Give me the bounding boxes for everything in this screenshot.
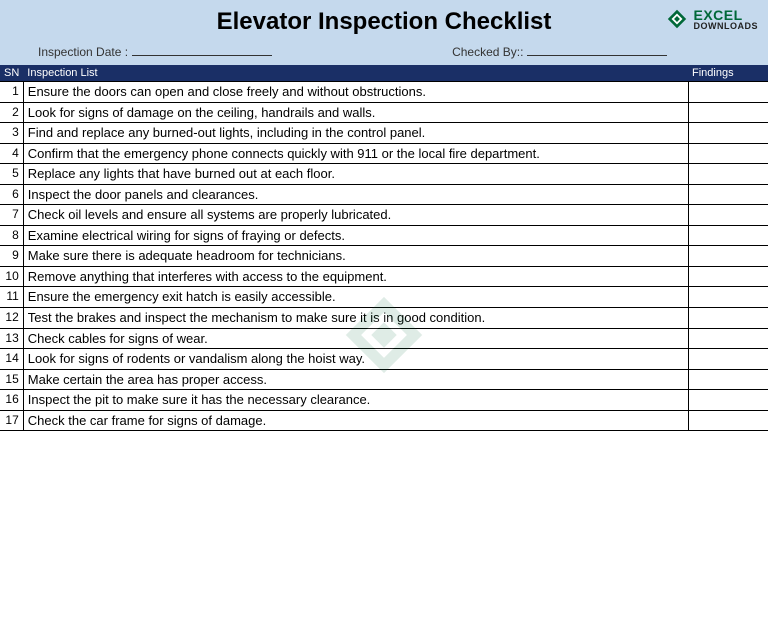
table-row: 10Remove anything that interferes with a… [0,266,768,287]
row-text: Test the brakes and inspect the mechanis… [23,308,688,329]
table-row: 9Make sure there is adequate headroom fo… [0,246,768,267]
row-sn: 2 [0,102,23,123]
row-text: Inspect the door panels and clearances. [23,184,688,205]
row-findings[interactable] [688,205,768,226]
row-findings[interactable] [688,184,768,205]
row-text: Look for signs of rodents or vandalism a… [23,349,688,370]
row-findings[interactable] [688,328,768,349]
row-sn: 13 [0,328,23,349]
table-row: 11Ensure the emergency exit hatch is eas… [0,287,768,308]
col-list: Inspection List [23,65,688,82]
row-text: Remove anything that interferes with acc… [23,266,688,287]
table-row: 12Test the brakes and inspect the mechan… [0,308,768,329]
row-text: Confirm that the emergency phone connect… [23,143,688,164]
table-row: 2Look for signs of damage on the ceiling… [0,102,768,123]
checklist-table: SN Inspection List Findings 1Ensure the … [0,65,768,431]
table-row: 15Make certain the area has proper acces… [0,369,768,390]
row-sn: 5 [0,164,23,185]
row-findings[interactable] [688,410,768,431]
row-findings[interactable] [688,164,768,185]
logo-text: EXCEL DOWNLOADS [694,8,759,31]
row-sn: 7 [0,205,23,226]
page-title: Elevator Inspection Checklist [8,4,760,44]
inspection-date-blank[interactable] [132,44,272,56]
table-header-row: SN Inspection List Findings [0,65,768,82]
row-text: Ensure the emergency exit hatch is easil… [23,287,688,308]
row-text: Check oil levels and ensure all systems … [23,205,688,226]
row-sn: 6 [0,184,23,205]
checked-by-blank[interactable] [527,44,667,56]
row-text: Ensure the doors can open and close free… [23,82,688,103]
excel-logo-icon [664,6,690,32]
row-findings[interactable] [688,308,768,329]
row-findings[interactable] [688,123,768,144]
brand-logo: EXCEL DOWNLOADS [664,6,759,32]
row-text: Check the car frame for signs of damage. [23,410,688,431]
table-row: 16Inspect the pit to make sure it has th… [0,390,768,411]
row-findings[interactable] [688,369,768,390]
row-findings[interactable] [688,102,768,123]
row-text: Make certain the area has proper access. [23,369,688,390]
row-findings[interactable] [688,287,768,308]
table-row: 17Check the car frame for signs of damag… [0,410,768,431]
row-sn: 3 [0,123,23,144]
row-text: Make sure there is adequate headroom for… [23,246,688,267]
inspection-date-field: Inspection Date : [38,44,272,59]
table-row: 14Look for signs of rodents or vandalism… [0,349,768,370]
row-sn: 15 [0,369,23,390]
row-sn: 9 [0,246,23,267]
checked-by-label: Checked By:: [452,45,523,59]
row-findings[interactable] [688,266,768,287]
table-row: 13Check cables for signs of wear. [0,328,768,349]
table-row: 8Examine electrical wiring for signs of … [0,225,768,246]
inspection-date-label: Inspection Date : [38,45,128,59]
row-text: Find and replace any burned-out lights, … [23,123,688,144]
row-findings[interactable] [688,246,768,267]
table-row: 1Ensure the doors can open and close fre… [0,82,768,103]
table-row: 3Find and replace any burned-out lights,… [0,123,768,144]
row-text: Replace any lights that have burned out … [23,164,688,185]
header-band: Elevator Inspection Checklist EXCEL DOWN… [0,0,768,65]
row-text: Examine electrical wiring for signs of f… [23,225,688,246]
row-text: Check cables for signs of wear. [23,328,688,349]
meta-row: Inspection Date : Checked By:: [8,44,760,59]
table-row: 4Confirm that the emergency phone connec… [0,143,768,164]
row-findings[interactable] [688,225,768,246]
col-findings: Findings [688,65,768,82]
row-sn: 10 [0,266,23,287]
col-sn: SN [0,65,23,82]
row-sn: 16 [0,390,23,411]
checked-by-field: Checked By:: [452,44,667,59]
row-text: Look for signs of damage on the ceiling,… [23,102,688,123]
logo-text-bottom: DOWNLOADS [694,22,759,31]
row-sn: 8 [0,225,23,246]
row-sn: 4 [0,143,23,164]
row-findings[interactable] [688,143,768,164]
table-row: 7Check oil levels and ensure all systems… [0,205,768,226]
row-sn: 17 [0,410,23,431]
row-text: Inspect the pit to make sure it has the … [23,390,688,411]
table-row: 5Replace any lights that have burned out… [0,164,768,185]
row-findings[interactable] [688,390,768,411]
row-sn: 1 [0,82,23,103]
row-findings[interactable] [688,82,768,103]
row-sn: 14 [0,349,23,370]
table-row: 6Inspect the door panels and clearances. [0,184,768,205]
row-findings[interactable] [688,349,768,370]
logo-text-top: EXCEL [694,8,759,22]
row-sn: 11 [0,287,23,308]
row-sn: 12 [0,308,23,329]
